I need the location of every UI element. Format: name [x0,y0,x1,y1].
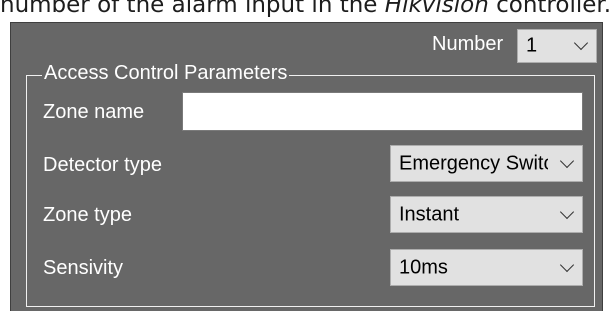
number-select[interactable]: 1 [517,29,597,63]
zone-type-value: Instant [399,203,460,225]
chevron-down-icon [559,204,575,219]
number-select-value: 1 [526,34,538,57]
caption-text: number of the alarm input in the Hikvisi… [0,0,614,19]
detector-type-label: Detector type [43,154,162,176]
chevron-down-icon [573,35,589,51]
sensivity-select[interactable]: 10ms [390,249,583,286]
caption-emphasis: Hikvision [384,0,489,18]
sensivity-label: Sensivity [43,257,124,279]
zone-type-select[interactable]: Instant [390,196,583,233]
zone-type-label: Zone type [43,204,132,226]
caption-prefix: number of the alarm input in the [0,0,385,18]
zone-name-label: Zone name [43,101,145,123]
caption-suffix: controller. [488,0,612,18]
zone-name-input[interactable] [182,92,583,131]
detector-type-value: Emergency Switc [399,152,548,174]
chevron-down-icon [559,153,575,168]
chevron-down-icon [559,257,575,272]
group-title: Access Control Parameters [42,62,290,85]
detector-type-select[interactable]: Emergency Switc [390,145,583,182]
number-label: Number [432,33,504,55]
sensivity-value: 10ms [399,256,448,278]
